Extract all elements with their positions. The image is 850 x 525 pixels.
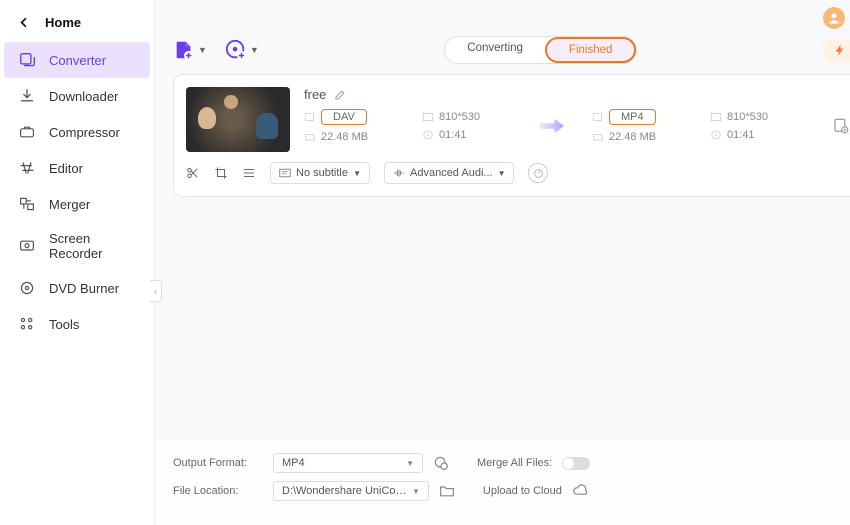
file-location-select[interactable]: D:\Wondershare UniConverter 1▼ <box>273 481 429 501</box>
recorder-icon <box>18 237 36 255</box>
file-add-icon <box>173 39 195 61</box>
dvd-icon <box>18 279 36 297</box>
dst-duration: 01:41 <box>710 129 800 141</box>
sidebar-item-screen-recorder[interactable]: Screen Recorder <box>0 222 154 270</box>
sidebar-label: Screen Recorder <box>49 231 136 261</box>
filename: free <box>304 87 326 102</box>
home-label: Home <box>45 15 81 30</box>
filename-row: free <box>304 87 850 102</box>
editor-icon <box>18 159 36 177</box>
subtitle-select[interactable]: No subtitle▼ <box>270 162 370 184</box>
sidebar-collapse-handle[interactable]: ‹ <box>150 280 162 302</box>
crop-icon[interactable] <box>214 166 228 180</box>
cloud-icon[interactable] <box>572 483 588 499</box>
main-area: ▼ ▼ Converting Finished High Speed Conve… <box>155 0 850 525</box>
edit-icon[interactable] <box>334 88 347 101</box>
lightning-icon <box>833 44 846 57</box>
sidebar-label: DVD Burner <box>49 281 119 296</box>
sidebar-item-editor[interactable]: Editor <box>0 150 154 186</box>
speed-icon[interactable] <box>528 163 548 183</box>
compress-icon <box>18 123 36 141</box>
src-format: DAV <box>304 109 394 125</box>
home-button[interactable]: Home <box>0 0 154 42</box>
tools-icon <box>18 315 36 333</box>
output-format-label: Output Format: <box>173 457 263 469</box>
sidebar-label: Compressor <box>49 125 120 140</box>
merge-toggle[interactable] <box>562 457 590 470</box>
trim-icon[interactable] <box>186 166 200 180</box>
audio-select[interactable]: Advanced Audi...▼ <box>384 162 514 184</box>
tab-finished[interactable]: Finished <box>545 37 636 63</box>
dvd-add-icon <box>225 39 247 61</box>
converter-icon <box>18 51 36 69</box>
footer: Output Format: MP4▼ Merge All Files: Fil… <box>155 441 850 525</box>
src-size: 22.48 MB <box>304 131 394 143</box>
src-resolution: 810*530 <box>422 111 512 123</box>
sidebar-item-tools[interactable]: Tools <box>0 306 154 342</box>
thumbnail[interactable] <box>186 87 290 152</box>
src-duration: 01:41 <box>422 129 512 141</box>
tab-converting[interactable]: Converting <box>445 37 545 63</box>
file-card: free DAV 22.48 MB 810*530 01:41 MP4 <box>173 74 850 197</box>
caret-icon: ▼ <box>198 45 207 55</box>
sidebar-label: Downloader <box>49 89 118 104</box>
back-icon <box>18 17 29 28</box>
output-format-select[interactable]: MP4▼ <box>273 453 423 473</box>
sidebar-item-downloader[interactable]: Downloader <box>0 78 154 114</box>
sidebar-item-converter[interactable]: Converter <box>4 42 150 78</box>
sidebar-label: Editor <box>49 161 83 176</box>
upload-cloud-label: Upload to Cloud <box>483 485 562 497</box>
sidebar-nav: Converter Downloader Compressor Editor M… <box>0 42 154 342</box>
sidebar-label: Converter <box>49 53 106 68</box>
topbar: ▼ ▼ Converting Finished High Speed Conve… <box>173 36 850 64</box>
sidebar-item-merger[interactable]: Merger <box>0 186 154 222</box>
file-location-label: File Location: <box>173 485 263 497</box>
effect-icon[interactable] <box>242 166 256 180</box>
titlebar <box>155 0 850 30</box>
sidebar-item-compressor[interactable]: Compressor <box>0 114 154 150</box>
high-speed-toggle[interactable]: High Speed Conversion <box>823 39 850 62</box>
caret-icon: ▼ <box>250 45 259 55</box>
sidebar-item-dvd-burner[interactable]: DVD Burner <box>0 270 154 306</box>
arrow-icon <box>540 117 564 135</box>
sidebar-label: Merger <box>49 197 90 212</box>
add-files-button[interactable]: ▼ <box>173 39 207 61</box>
merger-icon <box>18 195 36 213</box>
status-tabs: Converting Finished <box>444 36 637 64</box>
merge-label: Merge All Files: <box>477 457 552 469</box>
download-icon <box>18 87 36 105</box>
sidebar-label: Tools <box>49 317 79 332</box>
avatar-icon[interactable] <box>823 7 845 29</box>
dst-size: 22.48 MB <box>592 131 682 143</box>
dst-format[interactable]: MP4 <box>592 109 682 125</box>
output-settings-icon[interactable] <box>433 455 449 471</box>
add-dvd-button[interactable]: ▼ <box>225 39 259 61</box>
open-folder-icon[interactable] <box>439 483 455 499</box>
sidebar: Home Converter Downloader Compressor Edi… <box>0 0 155 525</box>
config-icon[interactable] <box>832 117 850 135</box>
card-tools: No subtitle▼ Advanced Audi...▼ Settings <box>186 162 850 184</box>
dst-resolution: 810*530 <box>710 111 800 123</box>
